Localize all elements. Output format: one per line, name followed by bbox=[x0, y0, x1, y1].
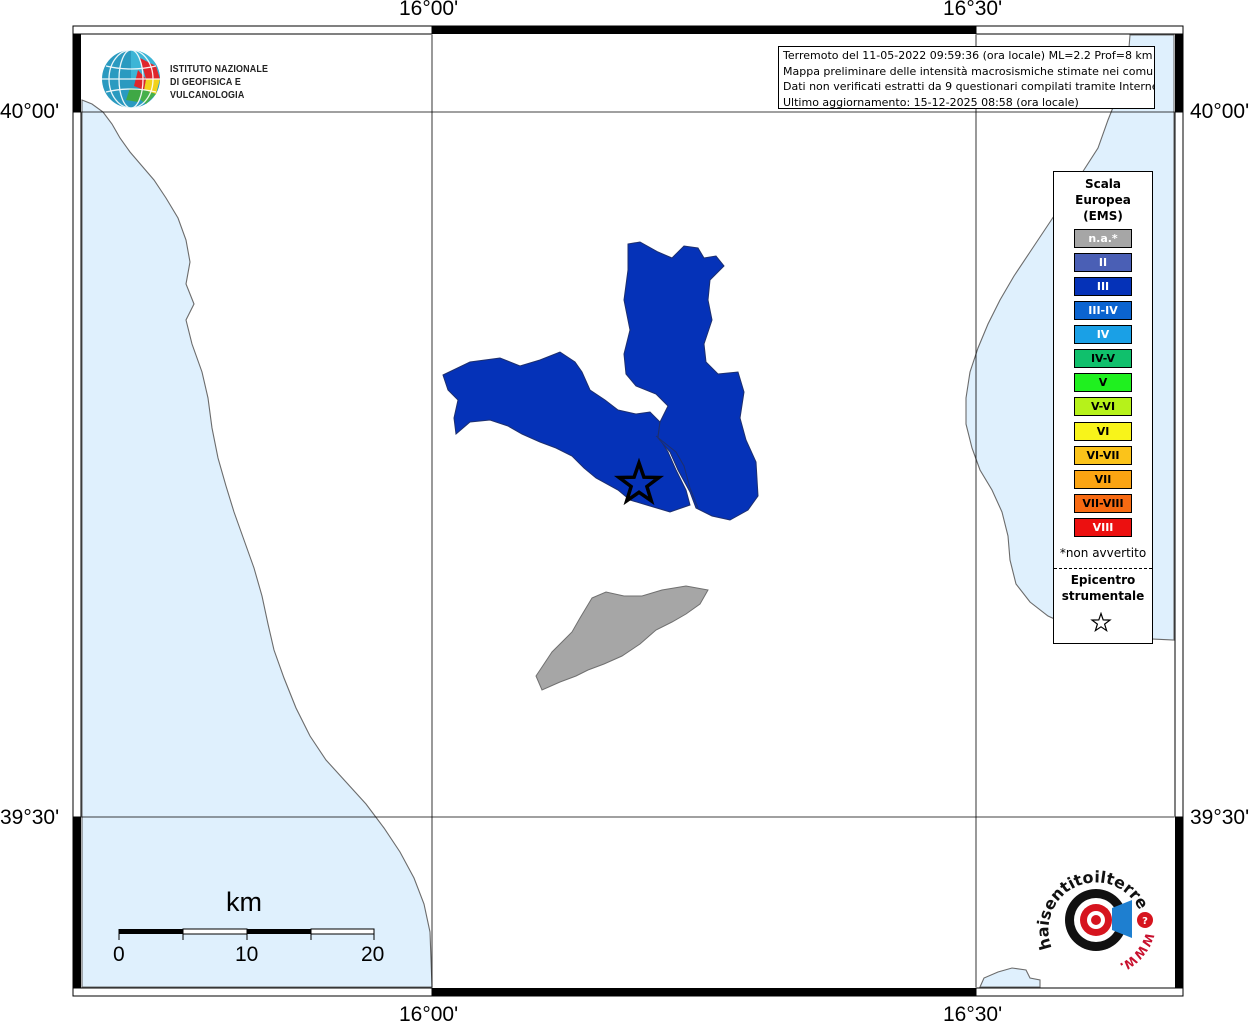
site-www-text: WWW. bbox=[1118, 931, 1157, 974]
legend-item-ii: II bbox=[1074, 253, 1132, 272]
lat-label-left-39-30: 39°30' bbox=[0, 806, 60, 829]
legend-epicenter-line-2: strumentale bbox=[1061, 589, 1145, 603]
scale-label-20: 20 bbox=[361, 943, 385, 966]
event-info-line-1: Terremoto del 11-05-2022 09:59:36 (ora l… bbox=[783, 49, 1153, 62]
legend-title-line-1: Scala bbox=[1084, 177, 1122, 191]
event-info-line-3: Dati non verificati estratti da 9 questi… bbox=[783, 80, 1155, 93]
legend-item-vii: VII bbox=[1074, 470, 1132, 489]
lon-label-top-16-30: 16°30' bbox=[943, 0, 1003, 20]
haisentito-logo: haisentitoilterremoto.it WWW. ? bbox=[1020, 847, 1158, 982]
legend-note: *non avvertito bbox=[1059, 546, 1147, 560]
legend-item-vi-vii: VI-VII bbox=[1074, 446, 1132, 465]
legend-item-viii: VIII bbox=[1074, 518, 1132, 537]
legend-epicenter-label: Epicentro strumentale bbox=[1054, 572, 1152, 604]
logo-line-1: ISTITUTO NAZIONALE bbox=[170, 63, 269, 75]
event-info-box: Terremoto del 11-05-2022 09:59:36 (ora l… bbox=[778, 46, 1155, 109]
event-info-line-2: Mappa preliminare delle intensità macros… bbox=[783, 64, 1155, 78]
scale-label-0: 0 bbox=[113, 943, 125, 966]
legend-title: Scala Europea (EMS) bbox=[1054, 176, 1152, 224]
legend-item-vii-viii: VII-VIII bbox=[1074, 494, 1132, 513]
lon-label-top-16-00: 16°00' bbox=[399, 0, 459, 20]
legend-epicenter-line-1: Epicentro bbox=[1070, 573, 1136, 587]
lon-label-bottom-16-00: 16°00' bbox=[399, 1003, 459, 1026]
scale-label-10: 10 bbox=[235, 943, 259, 966]
ingv-logo: ISTITUTO NAZIONALE DI GEOFISICA E VULCAN… bbox=[100, 48, 330, 110]
lat-label-right-39-30: 39°30' bbox=[1190, 806, 1250, 829]
legend-item-iv-v: IV-V bbox=[1074, 349, 1132, 368]
legend-item-v: V bbox=[1074, 373, 1132, 392]
event-info-line-4: Ultimo aggiornamento: 15-12-2025 08:58 (… bbox=[783, 95, 1079, 109]
legend-title-line-3: (EMS) bbox=[1083, 209, 1123, 223]
scale-unit: km bbox=[226, 887, 262, 917]
lat-label-right-40-00: 40°00' bbox=[1190, 100, 1250, 123]
ingv-globe-icon bbox=[102, 49, 160, 109]
legend-item-na: n.a.* bbox=[1074, 229, 1132, 248]
legend-title-line-2: Europea bbox=[1075, 193, 1131, 207]
svg-text:WWW.: WWW. bbox=[1118, 931, 1157, 974]
legend-item-iii: III bbox=[1074, 277, 1132, 296]
legend-star-icon bbox=[1090, 612, 1112, 633]
logo-line-2: DI GEOFISICA E VULCANOLOGIA bbox=[170, 76, 245, 101]
legend-divider bbox=[1054, 568, 1152, 569]
legend-item-iii-iv: III-IV bbox=[1074, 301, 1132, 320]
lon-label-bottom-16-30: 16°30' bbox=[943, 1003, 1003, 1026]
lat-label-left-40-00: 40°00' bbox=[0, 100, 60, 123]
seismic-target-icon: haisentitoilterremoto.it WWW. ? bbox=[1020, 847, 1157, 974]
intensity-legend: Scala Europea (EMS) n.a.* II III III-IV … bbox=[1053, 171, 1153, 644]
legend-item-vi: VI bbox=[1074, 422, 1132, 441]
legend-item-v-vi: V-VI bbox=[1074, 397, 1132, 416]
svg-text:?: ? bbox=[1142, 916, 1148, 927]
legend-item-iv: IV bbox=[1074, 325, 1132, 344]
